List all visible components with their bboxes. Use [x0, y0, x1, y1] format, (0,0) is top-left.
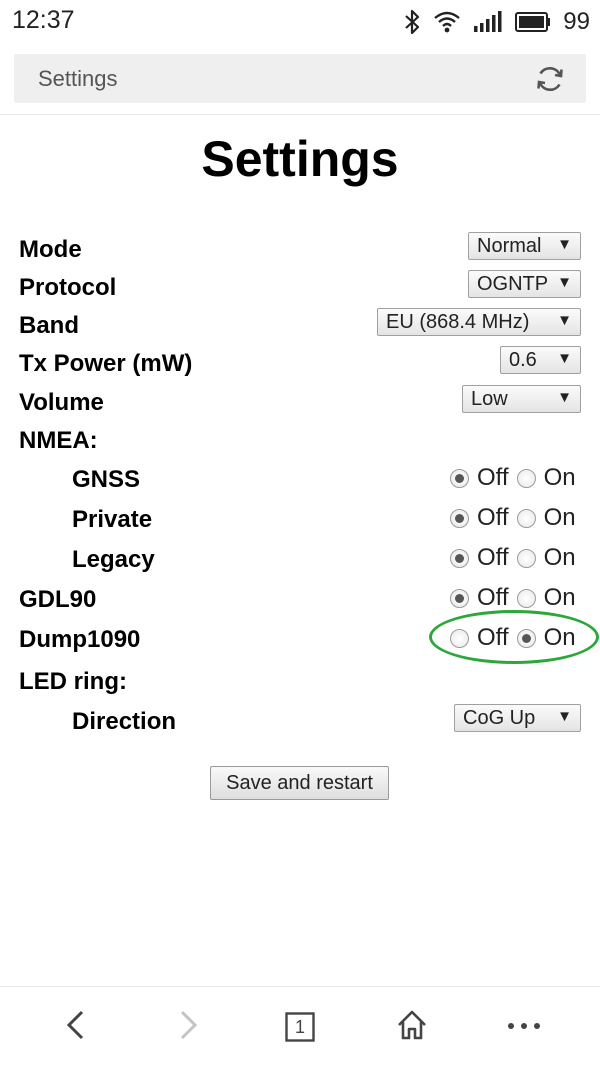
private-label: Private — [72, 506, 153, 533]
gdl90-radio-group: Off On — [450, 584, 584, 612]
protocol-select[interactable]: OGNTP ▼ — [468, 270, 581, 298]
band-row: Band EU (868.4 MHz) ▼ — [0, 308, 600, 344]
protocol-label: Protocol — [19, 274, 117, 301]
more-button[interactable] — [504, 1007, 544, 1047]
gnss-radio-group: Off On — [450, 464, 584, 492]
radio-label-on: On — [543, 624, 576, 651]
wifi-icon — [433, 11, 461, 33]
direction-row: Direction CoG Up ▼ — [0, 704, 600, 740]
radio-label-on: On — [543, 464, 576, 491]
status-icons: 99 — [403, 6, 590, 38]
direction-select[interactable]: CoG Up ▼ — [454, 704, 581, 732]
volume-value: Low — [471, 388, 508, 410]
radio-label-off: Off — [477, 624, 509, 651]
tabs-icon: 1 — [285, 1012, 315, 1042]
volume-row: Volume Low ▼ — [0, 385, 600, 421]
protocol-row: Protocol OGNTP ▼ — [0, 270, 600, 306]
address-text[interactable]: Settings — [38, 66, 118, 92]
home-button[interactable] — [392, 1007, 432, 1047]
radio-label-off: Off — [477, 544, 509, 571]
legacy-off-radio[interactable] — [450, 548, 469, 568]
page-title: Settings — [201, 131, 399, 187]
status-time: 12:37 — [12, 6, 75, 34]
protocol-value: OGNTP — [477, 273, 549, 295]
volume-label: Volume — [19, 389, 104, 416]
legacy-label: Legacy — [72, 546, 155, 573]
legacy-radio-group: Off On — [450, 544, 584, 572]
more-dots-icon — [506, 1018, 542, 1036]
signal-icon — [473, 11, 503, 33]
tab-count: 1 — [294, 1017, 305, 1037]
gdl90-on-radio[interactable] — [516, 588, 536, 608]
private-on-radio[interactable] — [516, 508, 536, 528]
direction-value: CoG Up — [463, 707, 536, 729]
dump1090-label: Dump1090 — [19, 626, 141, 653]
battery-icon — [515, 12, 551, 32]
private-off-radio[interactable] — [450, 508, 469, 528]
radio-label-off: Off — [477, 504, 509, 531]
address-bar[interactable]: Settings — [14, 54, 586, 103]
back-button[interactable] — [56, 1007, 96, 1047]
led-ring-label: LED ring: — [19, 668, 127, 695]
radio-label-off: Off — [477, 464, 509, 491]
private-radio-group: Off On — [450, 504, 584, 532]
gnss-on-radio[interactable] — [516, 468, 536, 488]
gdl90-off-radio[interactable] — [450, 588, 469, 608]
divider — [0, 114, 600, 115]
dump1090-row: Dump1090 Off On — [0, 620, 600, 656]
radio-label-on: On — [543, 584, 576, 611]
nmea-label: NMEA: — [19, 427, 98, 454]
band-label: Band — [19, 312, 79, 339]
radio-label-on: On — [543, 504, 576, 531]
gdl90-label: GDL90 — [19, 586, 97, 613]
home-icon — [396, 1009, 428, 1046]
tx-power-select[interactable]: 0.6 ▼ — [500, 346, 581, 374]
legacy-on-radio[interactable] — [516, 548, 536, 568]
tabs-button[interactable]: 1 — [280, 1007, 320, 1047]
bluetooth-icon — [403, 9, 421, 35]
gnss-off-radio[interactable] — [450, 468, 469, 488]
nmea-row: NMEA: — [0, 423, 600, 459]
private-row: Private Off On — [0, 500, 600, 536]
led-ring-row: LED ring: — [0, 664, 600, 700]
chevron-right-icon — [176, 1009, 200, 1046]
dropdown-arrow-icon: ▼ — [557, 708, 572, 725]
tx-power-value: 0.6 — [509, 349, 537, 371]
gdl90-row: GDL90 Off On — [0, 580, 600, 616]
dump1090-radio-group: Off On — [450, 624, 584, 652]
gnss-label: GNSS — [72, 466, 141, 493]
dropdown-arrow-icon: ▼ — [557, 350, 572, 367]
gnss-row: GNSS Off On — [0, 460, 600, 496]
radio-label-on: On — [543, 544, 576, 571]
tx-power-row: Tx Power (mW) 0.6 ▼ — [0, 346, 600, 382]
dump1090-off-radio[interactable] — [450, 628, 469, 648]
volume-select[interactable]: Low ▼ — [462, 385, 581, 413]
mode-row: Mode Normal ▼ — [0, 232, 600, 268]
forward-button[interactable] — [168, 1007, 208, 1047]
status-bar: 12:37 99 — [0, 0, 600, 44]
mode-value: Normal — [477, 235, 542, 257]
reload-icon[interactable] — [534, 63, 566, 95]
bottom-nav: 1 — [0, 987, 600, 1066]
tx-power-label: Tx Power (mW) — [19, 350, 193, 377]
dump1090-on-radio[interactable] — [516, 628, 536, 648]
battery-level: 99 — [563, 8, 590, 35]
dropdown-arrow-icon: ▼ — [557, 312, 572, 329]
direction-label: Direction — [72, 708, 177, 735]
dropdown-arrow-icon: ▼ — [557, 274, 572, 291]
band-value: EU (868.4 MHz) — [386, 311, 530, 333]
chevron-left-icon — [64, 1009, 88, 1046]
mode-label: Mode — [19, 236, 82, 263]
dropdown-arrow-icon: ▼ — [557, 236, 572, 253]
legacy-row: Legacy Off On — [0, 540, 600, 576]
save-and-restart-button[interactable]: Save and restart — [210, 766, 389, 800]
radio-label-off: Off — [477, 584, 509, 611]
band-select[interactable]: EU (868.4 MHz) ▼ — [377, 308, 581, 336]
dropdown-arrow-icon: ▼ — [557, 389, 572, 406]
mode-select[interactable]: Normal ▼ — [468, 232, 581, 260]
